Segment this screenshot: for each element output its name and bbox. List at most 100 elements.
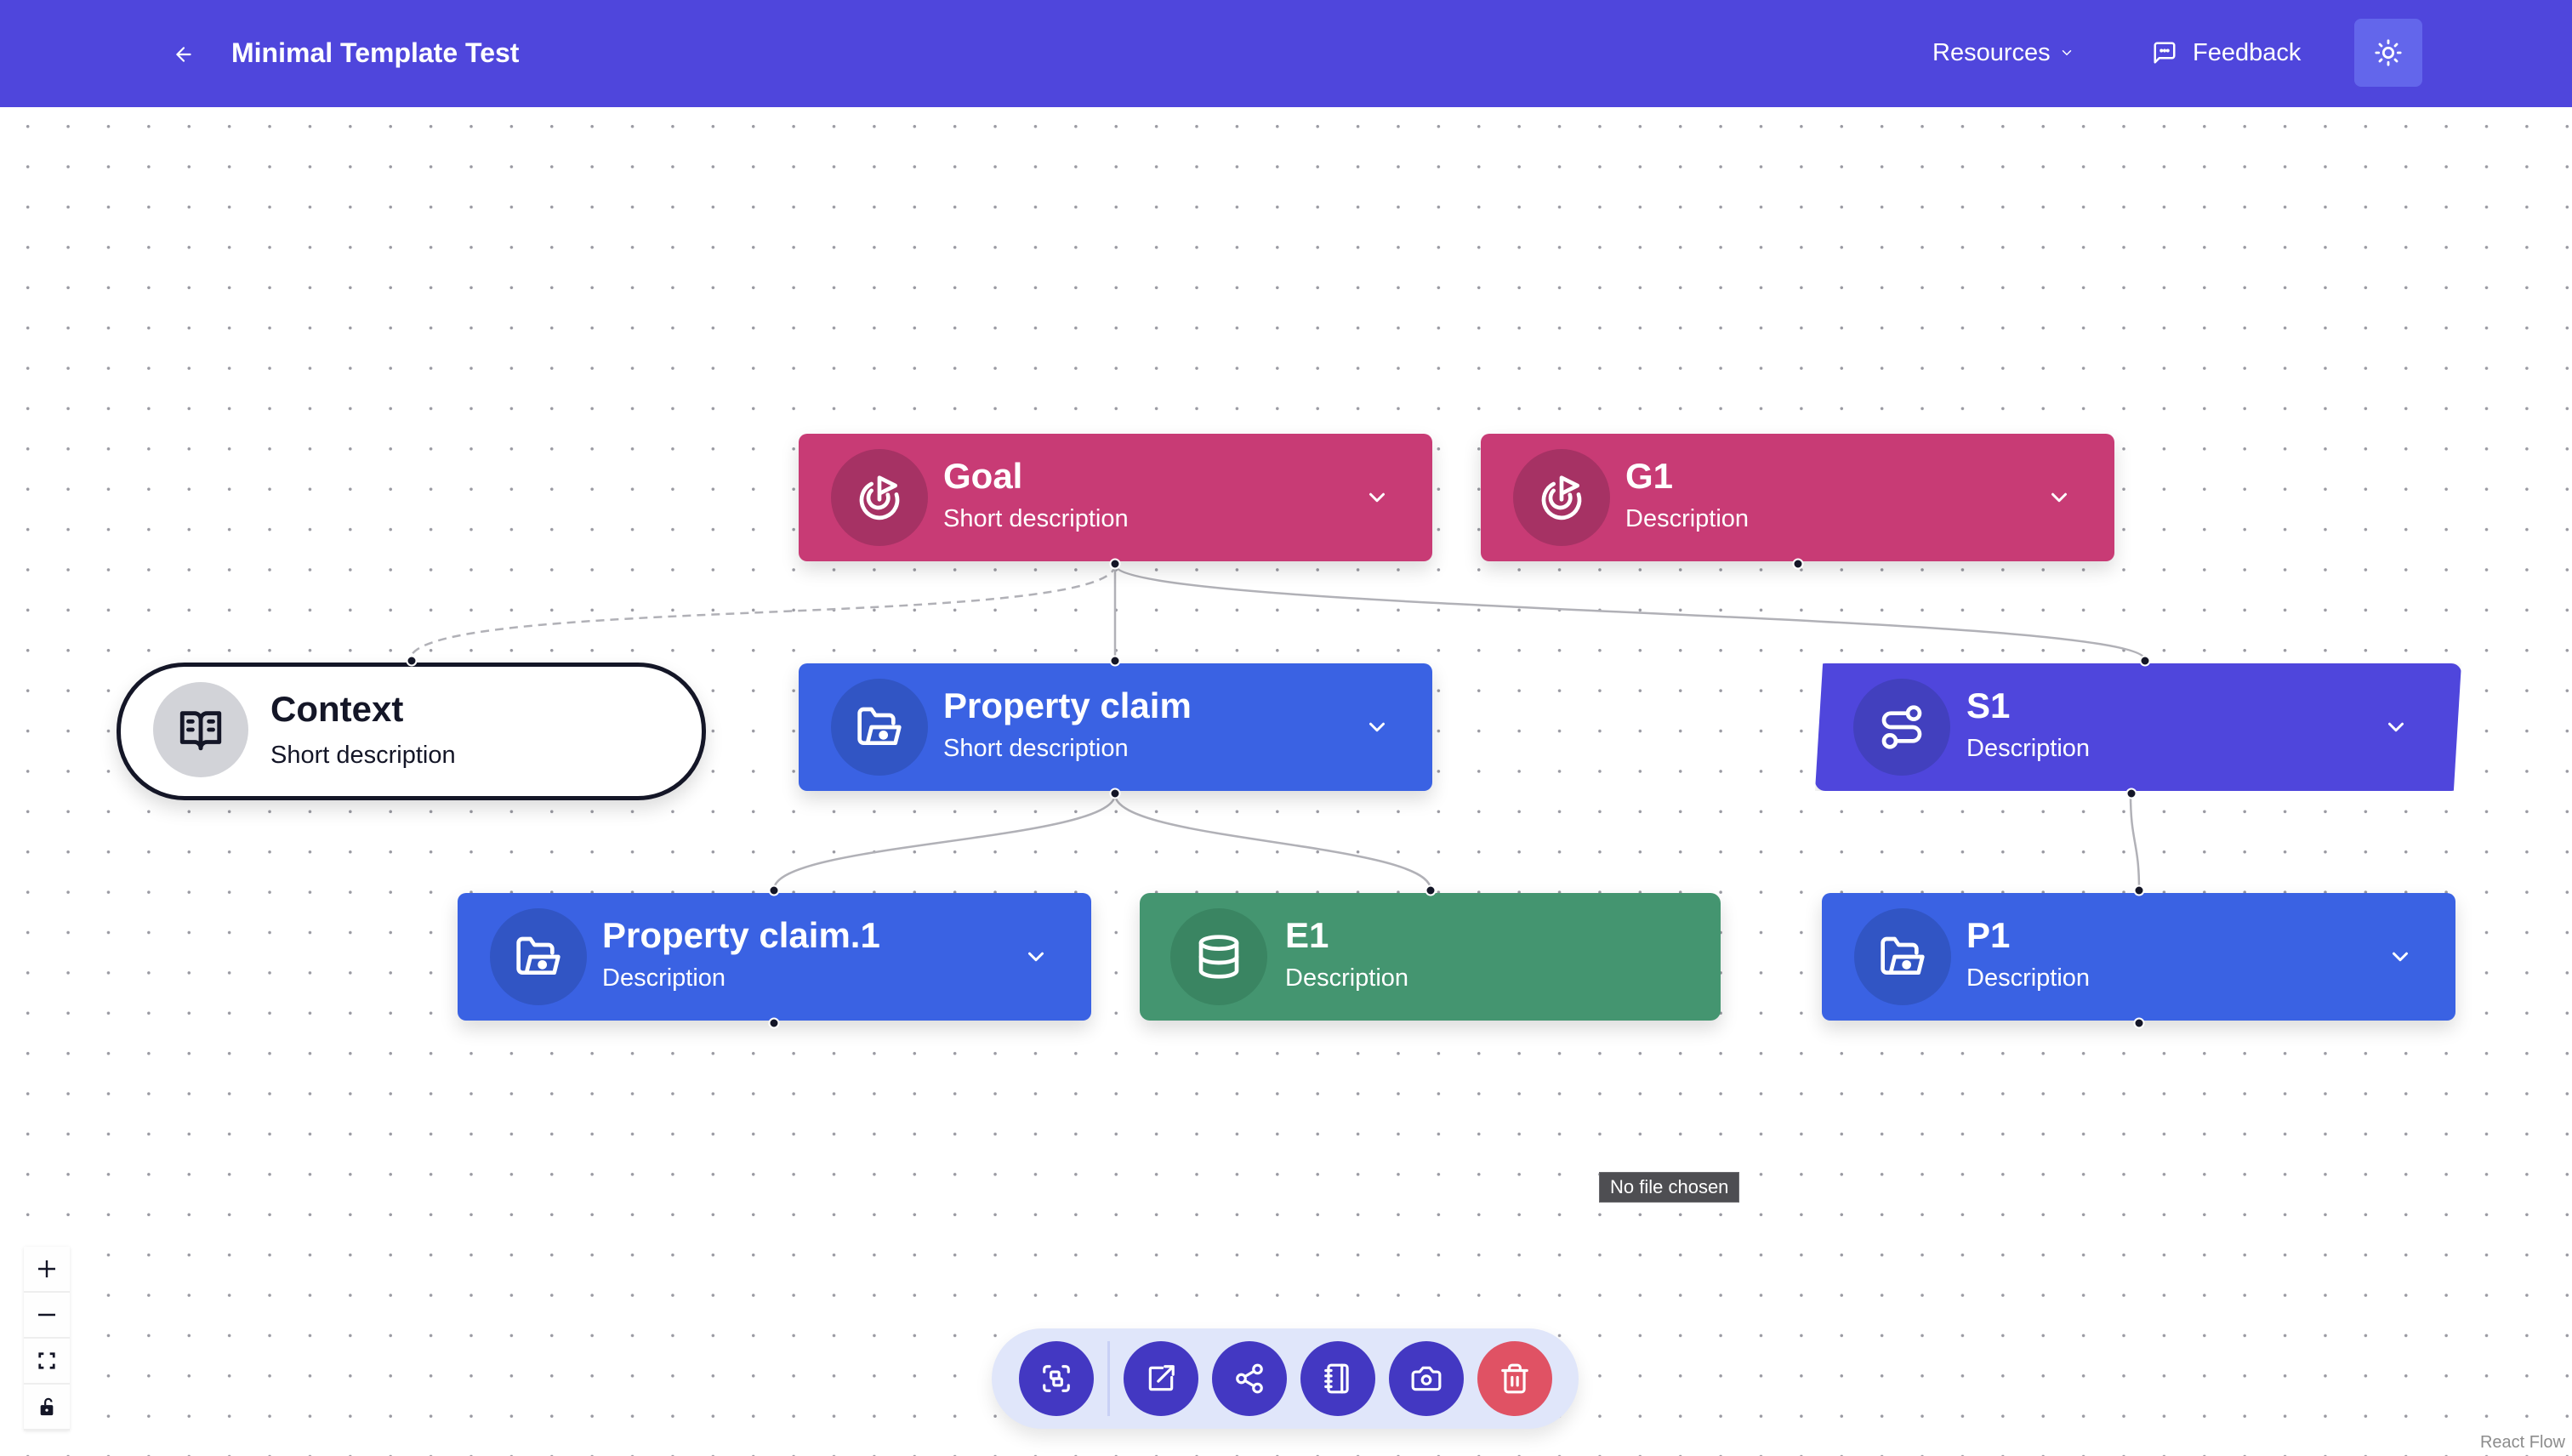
target-handle[interactable] [1109, 655, 1121, 667]
chevron-down-icon [1369, 722, 1385, 732]
node-property-claim[interactable]: Property claim Short description [799, 663, 1432, 791]
feedback-button[interactable]: Feedback [2152, 34, 2301, 71]
expand-node-button[interactable] [1361, 711, 1393, 743]
node-icon-badge [490, 908, 587, 1005]
message-square-icon [2154, 42, 2176, 64]
sun-icon [2375, 39, 2402, 66]
chevron-down-icon [2051, 492, 2067, 503]
book-open-icon [179, 711, 222, 751]
target-handle[interactable] [2139, 655, 2151, 667]
file-input-tooltip: No file chosen [1599, 1172, 1740, 1203]
node-title: Property claim.1 [602, 915, 880, 955]
expand-node-button[interactable] [2380, 711, 2412, 743]
resources-menu-button[interactable]: Resources [1932, 34, 2074, 71]
database-icon [1198, 935, 1239, 979]
source-handle[interactable] [1109, 788, 1121, 799]
trash-icon [1501, 1363, 1528, 1394]
notebook-icon [1324, 1363, 1349, 1394]
target-handle[interactable] [768, 884, 780, 896]
node-title: S1 [1966, 685, 2011, 725]
node-description: Short description [943, 505, 1129, 532]
source-handle[interactable] [768, 1017, 780, 1029]
node-icon-badge [1853, 679, 1950, 776]
node-icon-badge [1170, 908, 1267, 1005]
node-description: Description [1966, 735, 2091, 762]
toolbar-divider [1107, 1341, 1110, 1416]
screenshot-button[interactable] [1389, 1341, 1464, 1416]
goal-target-icon [859, 475, 900, 520]
goal-target-icon [1541, 475, 1582, 520]
node-g1[interactable]: G1 Description [1481, 434, 2114, 561]
camera-icon [1411, 1366, 1442, 1391]
node-title: Property claim [943, 685, 1192, 725]
fit-view-button[interactable] [24, 1339, 70, 1385]
flow-controls [24, 1247, 70, 1430]
focus-button[interactable] [1019, 1341, 1094, 1416]
expand-node-button[interactable] [2043, 481, 2075, 514]
node-goal[interactable]: Goal Short description [799, 434, 1432, 561]
theme-toggle-button[interactable] [2354, 19, 2422, 87]
share-button[interactable] [1212, 1341, 1287, 1416]
source-handle[interactable] [2125, 788, 2137, 799]
node-title: Context [270, 689, 404, 729]
arrow-left-icon [176, 47, 191, 62]
node-context[interactable]: Context Short description [117, 663, 706, 800]
route-icon [1881, 705, 1922, 749]
back-button[interactable] [167, 37, 201, 71]
external-link-icon [1148, 1365, 1175, 1391]
node-property-claim-1[interactable]: Property claim.1 Description [458, 893, 1091, 1021]
node-icon-badge [1854, 908, 1951, 1005]
node-icon-badge [831, 449, 928, 546]
top-navigation-bar: Minimal Template Test Resources Feedback [0, 0, 2572, 107]
chevron-down-icon [2388, 722, 2404, 732]
unlock-icon [40, 1397, 54, 1416]
source-handle[interactable] [1792, 558, 1804, 570]
node-description: Description [1625, 505, 1750, 532]
feedback-label: Feedback [2193, 38, 2302, 66]
node-title: P1 [1966, 915, 2011, 955]
folder-open-icon [857, 707, 902, 745]
node-s1[interactable]: S1 Description [1815, 663, 2461, 791]
share-icon [1236, 1363, 1263, 1394]
chevron-down-icon [1369, 492, 1385, 503]
node-title: E1 [1285, 915, 1329, 955]
export-button[interactable] [1124, 1341, 1198, 1416]
target-handle[interactable] [406, 655, 418, 667]
node-title: G1 [1625, 456, 1674, 496]
react-flow-attribution[interactable]: React Flow [2476, 1431, 2569, 1454]
node-description: Short description [270, 742, 456, 769]
chevron-down-icon [2393, 952, 2408, 962]
expand-node-button[interactable] [1361, 481, 1393, 514]
delete-case-button[interactable] [1477, 1341, 1552, 1416]
chevron-down-icon [2062, 50, 2071, 56]
target-handle[interactable] [2133, 884, 2145, 896]
case-title: Minimal Template Test [231, 37, 520, 68]
toggle-interactivity-button[interactable] [24, 1385, 70, 1430]
node-description: Description [1285, 964, 1409, 992]
app-root: Minimal Template Test Resources Feedback… [0, 0, 2572, 1456]
expand-node-button[interactable] [2384, 941, 2416, 973]
node-icon-badge [831, 679, 928, 776]
notes-button[interactable] [1300, 1341, 1375, 1416]
node-icon-badge [153, 682, 248, 777]
source-handle[interactable] [1109, 558, 1121, 570]
source-handle[interactable] [2133, 1017, 2145, 1029]
zoom-out-button[interactable] [24, 1293, 70, 1339]
folder-open-icon [516, 936, 560, 975]
plus-icon [38, 1260, 55, 1277]
minus-icon [38, 1313, 55, 1317]
node-icon-badge [1513, 449, 1610, 546]
zoom-in-button[interactable] [24, 1247, 70, 1293]
node-description: Description [602, 964, 726, 992]
resources-label: Resources [1932, 38, 2051, 66]
target-handle[interactable] [1425, 884, 1437, 896]
scan-focus-icon [1043, 1365, 1070, 1392]
chevron-down-icon [1028, 952, 1044, 962]
node-p1[interactable]: P1 Description [1822, 893, 2455, 1021]
node-description: Short description [943, 735, 1129, 762]
fit-view-icon [38, 1352, 55, 1369]
node-e1[interactable]: E1 Description [1140, 893, 1721, 1021]
expand-node-button[interactable] [1020, 941, 1052, 973]
node-description: Description [1966, 964, 2091, 992]
bottom-action-toolbar [992, 1328, 1579, 1429]
